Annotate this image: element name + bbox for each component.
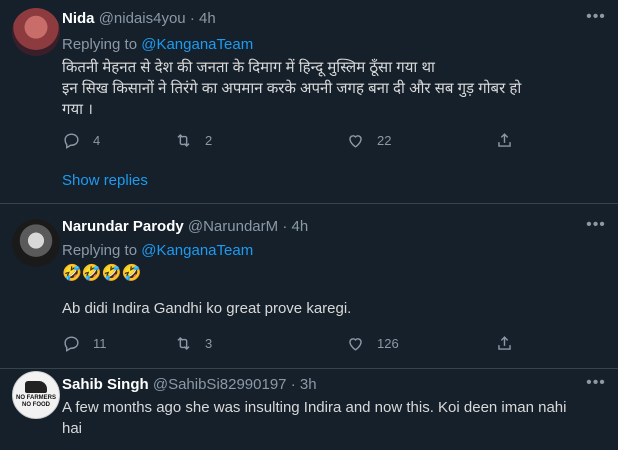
emoji-line: 🤣🤣🤣🤣 (62, 265, 142, 282)
tweet-header: Narundar Parody @NarundarM · 4h (62, 216, 606, 238)
reply-button[interactable]: 11 (62, 334, 107, 353)
replying-to: Replying to @KanganaTeam (62, 242, 606, 260)
tweet-text: कितनी मेहनत से देश की जनता के दिमाग में … (62, 57, 606, 120)
timestamp[interactable]: 4h (199, 10, 216, 27)
timestamp[interactable]: 4h (291, 218, 308, 235)
reply-icon (64, 133, 79, 149)
more-icon[interactable]: ••• (586, 375, 606, 394)
tweet-content: Nida @nidais4you · 4h ••• Replying to @K… (62, 8, 606, 120)
share-button[interactable] (495, 334, 514, 353)
tweet-header: Nida @nidais4you · 4h (62, 8, 606, 30)
replying-to-link[interactable]: @KanganaTeam (141, 36, 253, 53)
separator-dot: · (189, 10, 195, 27)
reply-count: 11 (93, 336, 107, 351)
tweet-text-line: गया । (62, 101, 93, 118)
retweet-icon (177, 336, 190, 351)
retweet-count: 3 (205, 336, 213, 351)
user-name[interactable]: Narundar Parody (62, 218, 184, 235)
tweet-sahib[interactable]: NO FARMERS NO FOOD Sahib Singh @SahibSi8… (0, 369, 618, 450)
tractor-icon (25, 381, 47, 393)
tweet-narundar[interactable]: Narundar Parody @NarundarM · 4h ••• Repl… (0, 204, 618, 369)
avatar-text: NO FOOD (22, 402, 50, 408)
retweet-button[interactable]: 3 (174, 334, 212, 353)
tweet-text-line: A few months ago she was insulting Indir… (62, 399, 567, 416)
user-handle[interactable]: @SahibSi82990197 (153, 376, 287, 393)
retweet-icon (177, 133, 190, 148)
reply-icon (64, 336, 79, 352)
tweet-actions: 11 3 126 (62, 334, 522, 354)
tweet-text-line: इन सिख किसानों ने तिरंगे का अपमान करके अ… (62, 80, 522, 97)
tweet-text-line: कितनी मेहनत से देश की जनता के दिमाग में … (62, 59, 435, 76)
share-icon (498, 336, 511, 350)
share-icon (498, 133, 511, 147)
replying-prefix: Replying to (62, 242, 142, 259)
tweet-nida[interactable]: Nida @nidais4you · 4h ••• Replying to @K… (0, 0, 618, 204)
show-replies-link[interactable]: Show replies (62, 172, 148, 189)
user-handle[interactable]: @NarundarM (188, 218, 278, 235)
avatar[interactable] (12, 219, 60, 267)
like-count: 126 (377, 336, 399, 351)
avatar-text: NO FARMERS (15, 395, 56, 401)
separator-dot: · (282, 218, 288, 235)
tweet-text: Ab didi Indira Gandhi ko great prove kar… (62, 300, 352, 317)
user-handle[interactable]: @nidais4you (99, 10, 186, 27)
like-icon (349, 338, 362, 351)
separator-dot: · (290, 376, 296, 393)
like-button[interactable]: 126 (346, 334, 399, 353)
tweet-content: Narundar Parody @NarundarM · 4h ••• Repl… (62, 216, 606, 319)
user-name[interactable]: Nida (62, 10, 95, 27)
like-icon (349, 135, 362, 148)
like-button[interactable]: 22 (346, 131, 391, 150)
replying-to: Replying to @KanganaTeam (62, 36, 606, 54)
user-name[interactable]: Sahib Singh (62, 376, 149, 393)
tweet-text: A few months ago she was insulting Indir… (62, 397, 606, 439)
timestamp[interactable]: 3h (300, 376, 317, 393)
like-count: 22 (377, 133, 392, 148)
tweet-actions: 4 2 22 (62, 131, 522, 151)
more-icon[interactable]: ••• (586, 217, 606, 236)
avatar[interactable] (12, 8, 60, 56)
tweet-header: Sahib Singh @SahibSi82990197 · 3h (62, 374, 606, 396)
reply-count: 4 (93, 133, 101, 148)
retweet-button[interactable]: 2 (174, 131, 212, 150)
replying-to-link[interactable]: @KanganaTeam (141, 242, 253, 259)
avatar[interactable]: NO FARMERS NO FOOD (12, 371, 60, 419)
share-button[interactable] (495, 131, 514, 150)
retweet-count: 2 (205, 133, 213, 148)
more-icon[interactable]: ••• (586, 9, 606, 28)
reply-button[interactable]: 4 (62, 131, 100, 150)
tweet-text-line: hai (62, 420, 83, 437)
tweet-content: Sahib Singh @SahibSi82990197 · 3h ••• A … (62, 374, 606, 439)
replying-prefix: Replying to (62, 36, 142, 53)
